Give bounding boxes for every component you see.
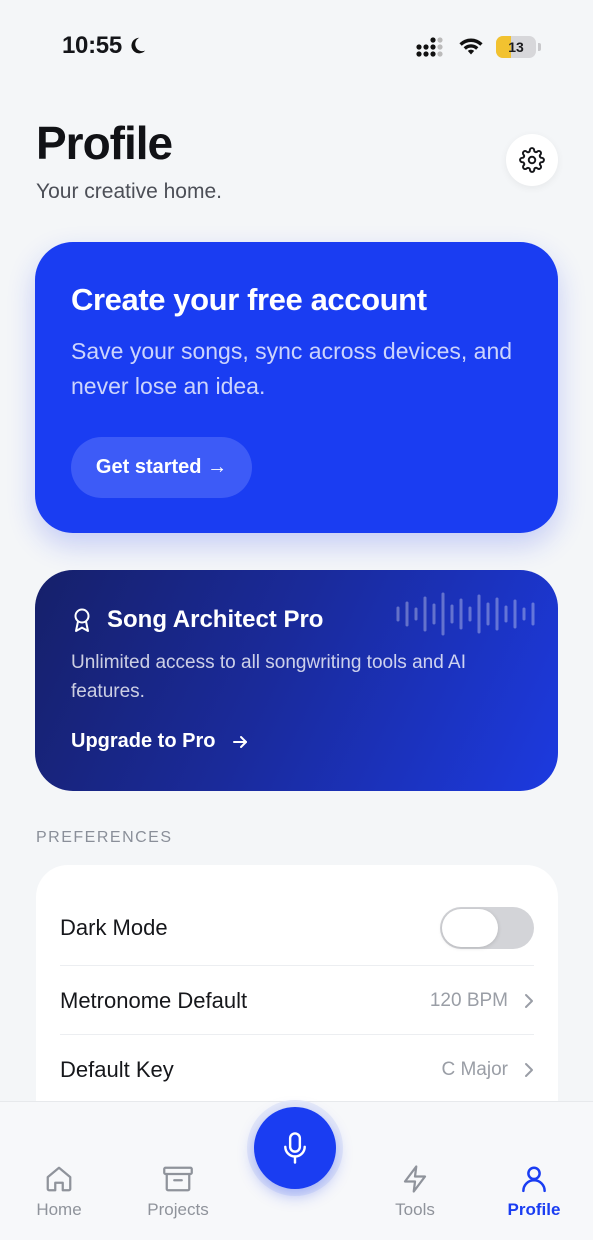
metronome-default-row[interactable]: Metronome Default 120 BPM [60, 967, 534, 1035]
pro-card-title: Song Architect Pro [107, 606, 324, 633]
default-key-row[interactable]: Default Key C Major [60, 1036, 534, 1104]
account-card-description: Save your songs, sync across devices, an… [71, 338, 513, 399]
cellular-signal-icon [416, 37, 443, 57]
pro-card-description: Unlimited access to all songwriting tool… [71, 652, 466, 702]
chevron-right-icon [525, 994, 533, 1008]
pro-upgrade-card[interactable]: Song Architect Pro Unlimited access to a… [35, 570, 558, 791]
profile-screen: 10:55 13 Profile Your creative home. Cre… [0, 0, 593, 1240]
record-button-halo [247, 1100, 343, 1196]
arrow-right-icon [233, 735, 248, 748]
default-key-value: C Major [441, 1059, 534, 1081]
waveform-icon [396, 592, 535, 636]
home-icon [46, 1166, 72, 1192]
metronome-value-text: 120 BPM [429, 990, 508, 1011]
time-text: 10:55 [62, 32, 122, 59]
moon-icon [131, 37, 146, 54]
tab-home[interactable]: Home [9, 1164, 109, 1220]
account-card-title: Create your free account [71, 282, 427, 317]
tab-profile[interactable]: Profile [484, 1164, 584, 1220]
tab-bar: Home Projects Tools Profile [0, 1100, 593, 1240]
battery-level: 13 [508, 39, 524, 55]
tab-home-label: Home [36, 1200, 82, 1219]
dark-mode-row: Dark Mode [60, 894, 534, 962]
upgrade-link-label: Upgrade to Pro [71, 730, 216, 752]
tab-profile-label: Profile [507, 1200, 561, 1219]
divider [60, 1034, 534, 1035]
tab-tools[interactable]: Tools [365, 1164, 465, 1220]
pro-title-row: Song Architect Pro [71, 606, 323, 634]
default-key-label: Default Key [60, 1057, 174, 1082]
record-button[interactable] [254, 1107, 336, 1189]
preferences-section-label: PREFERENCES [36, 829, 173, 846]
tab-projects[interactable]: Projects [128, 1164, 228, 1220]
battery-icon: 13 [496, 36, 536, 58]
tab-tools-label: Tools [395, 1200, 435, 1219]
metronome-default-value: 120 BPM [430, 990, 534, 1012]
metronome-default-label: Metronome Default [60, 988, 248, 1013]
toggle-knob [442, 909, 498, 947]
page-title: Profile [36, 117, 173, 169]
dark-mode-label: Dark Mode [60, 915, 168, 940]
microphone-icon [284, 1132, 306, 1164]
archive-icon [163, 1166, 193, 1192]
create-account-card: Create your free account Save your songs… [35, 242, 558, 533]
default-key-value-text: C Major [441, 1059, 508, 1080]
tab-projects-label: Projects [147, 1200, 209, 1219]
divider [60, 965, 534, 966]
award-icon [74, 608, 90, 632]
gear-icon [519, 147, 545, 173]
get-started-label: Get started → [95, 456, 228, 478]
dark-mode-toggle[interactable] [440, 907, 534, 949]
battery-indicator: 13 [496, 36, 541, 58]
get-started-button[interactable]: Get started → [71, 437, 252, 498]
status-time: 10:55 [62, 32, 148, 60]
upgrade-to-pro-link[interactable]: Upgrade to Pro [71, 730, 249, 753]
user-icon [522, 1166, 546, 1193]
chevron-right-icon [525, 1063, 533, 1077]
page-subtitle: Your creative home. [36, 180, 222, 203]
settings-button[interactable] [506, 134, 558, 186]
wifi-icon [459, 38, 483, 55]
bolt-icon [403, 1165, 427, 1193]
status-bar: 10:55 13 [0, 0, 593, 96]
status-icons: 13 [416, 36, 541, 58]
